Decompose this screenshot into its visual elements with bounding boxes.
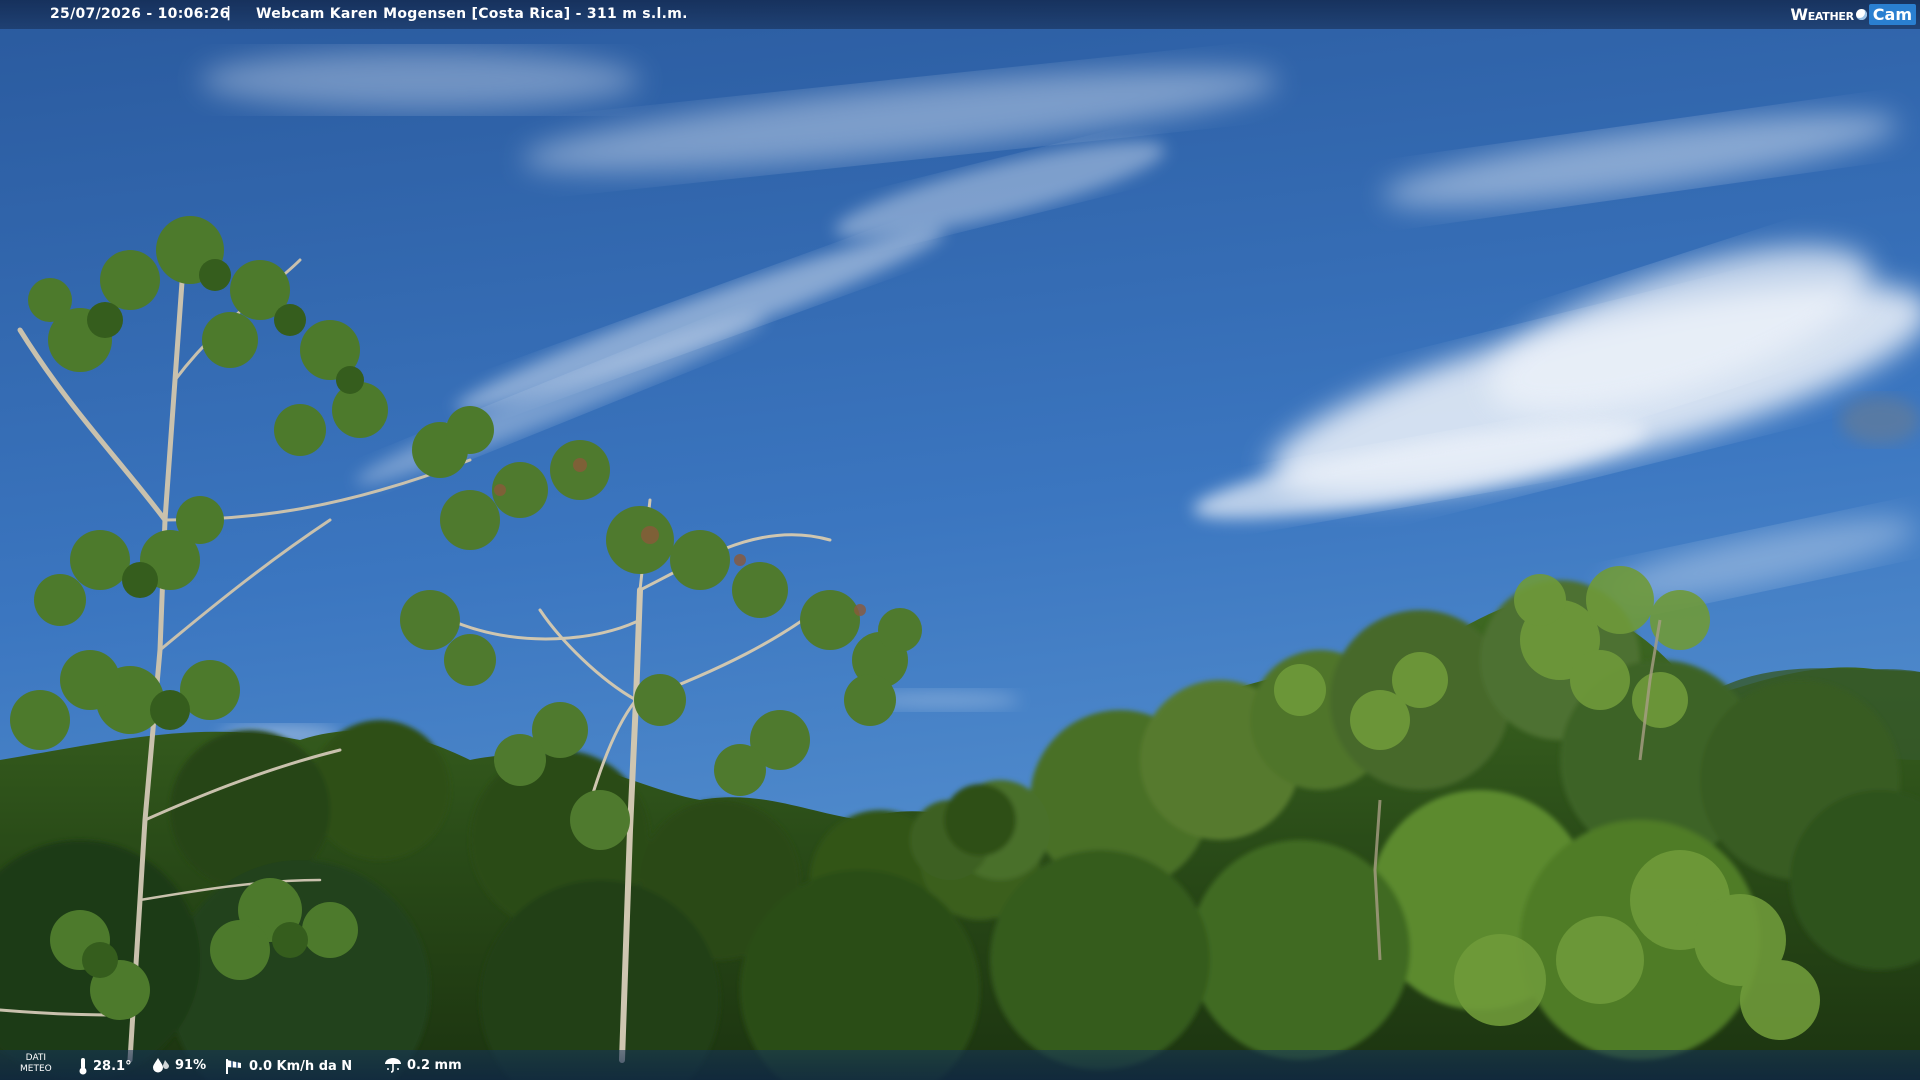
webcam-image: [0, 0, 1920, 1080]
weathercam-logo: Weather Cam: [1790, 2, 1916, 26]
windsock-icon: [224, 1057, 244, 1075]
globe-icon: [1855, 8, 1867, 20]
temperature-reading: 28.1°: [78, 1057, 132, 1075]
rain-gauge-icon: [384, 1057, 402, 1073]
rain-value: 0.2 mm: [407, 1057, 462, 1073]
weather-data-bar: DATI METEO 28.1° 91% 0.0 Km/h da N 0.2 m…: [0, 1050, 1920, 1080]
webcam-title: Webcam Karen Mogensen [Costa Rica] - 311…: [256, 6, 688, 22]
info-header-bar: 25/07/2026 - 10:06:26 | Webcam Karen Mog…: [0, 0, 1920, 29]
webcam-frame: 25/07/2026 - 10:06:26 | Webcam Karen Mog…: [0, 0, 1920, 1080]
logo-cam-text: Cam: [1868, 3, 1916, 25]
humidity-value: 91%: [175, 1057, 207, 1073]
rain-reading: 0.2 mm: [384, 1057, 462, 1073]
timestamp: 25/07/2026 - 10:06:26: [50, 6, 230, 22]
humidity-reading: 91%: [152, 1057, 206, 1073]
thermometer-icon: [78, 1057, 88, 1075]
header-separator: |: [226, 5, 232, 21]
wind-reading: 0.0 Km/h da N: [224, 1057, 352, 1075]
weather-data-label: DATI METEO: [20, 1053, 52, 1074]
droplets-icon: [152, 1057, 170, 1073]
logo-weather-text: Weather: [1790, 4, 1854, 24]
wind-value: 0.0 Km/h da N: [249, 1058, 353, 1074]
temperature-value: 28.1°: [93, 1058, 132, 1074]
